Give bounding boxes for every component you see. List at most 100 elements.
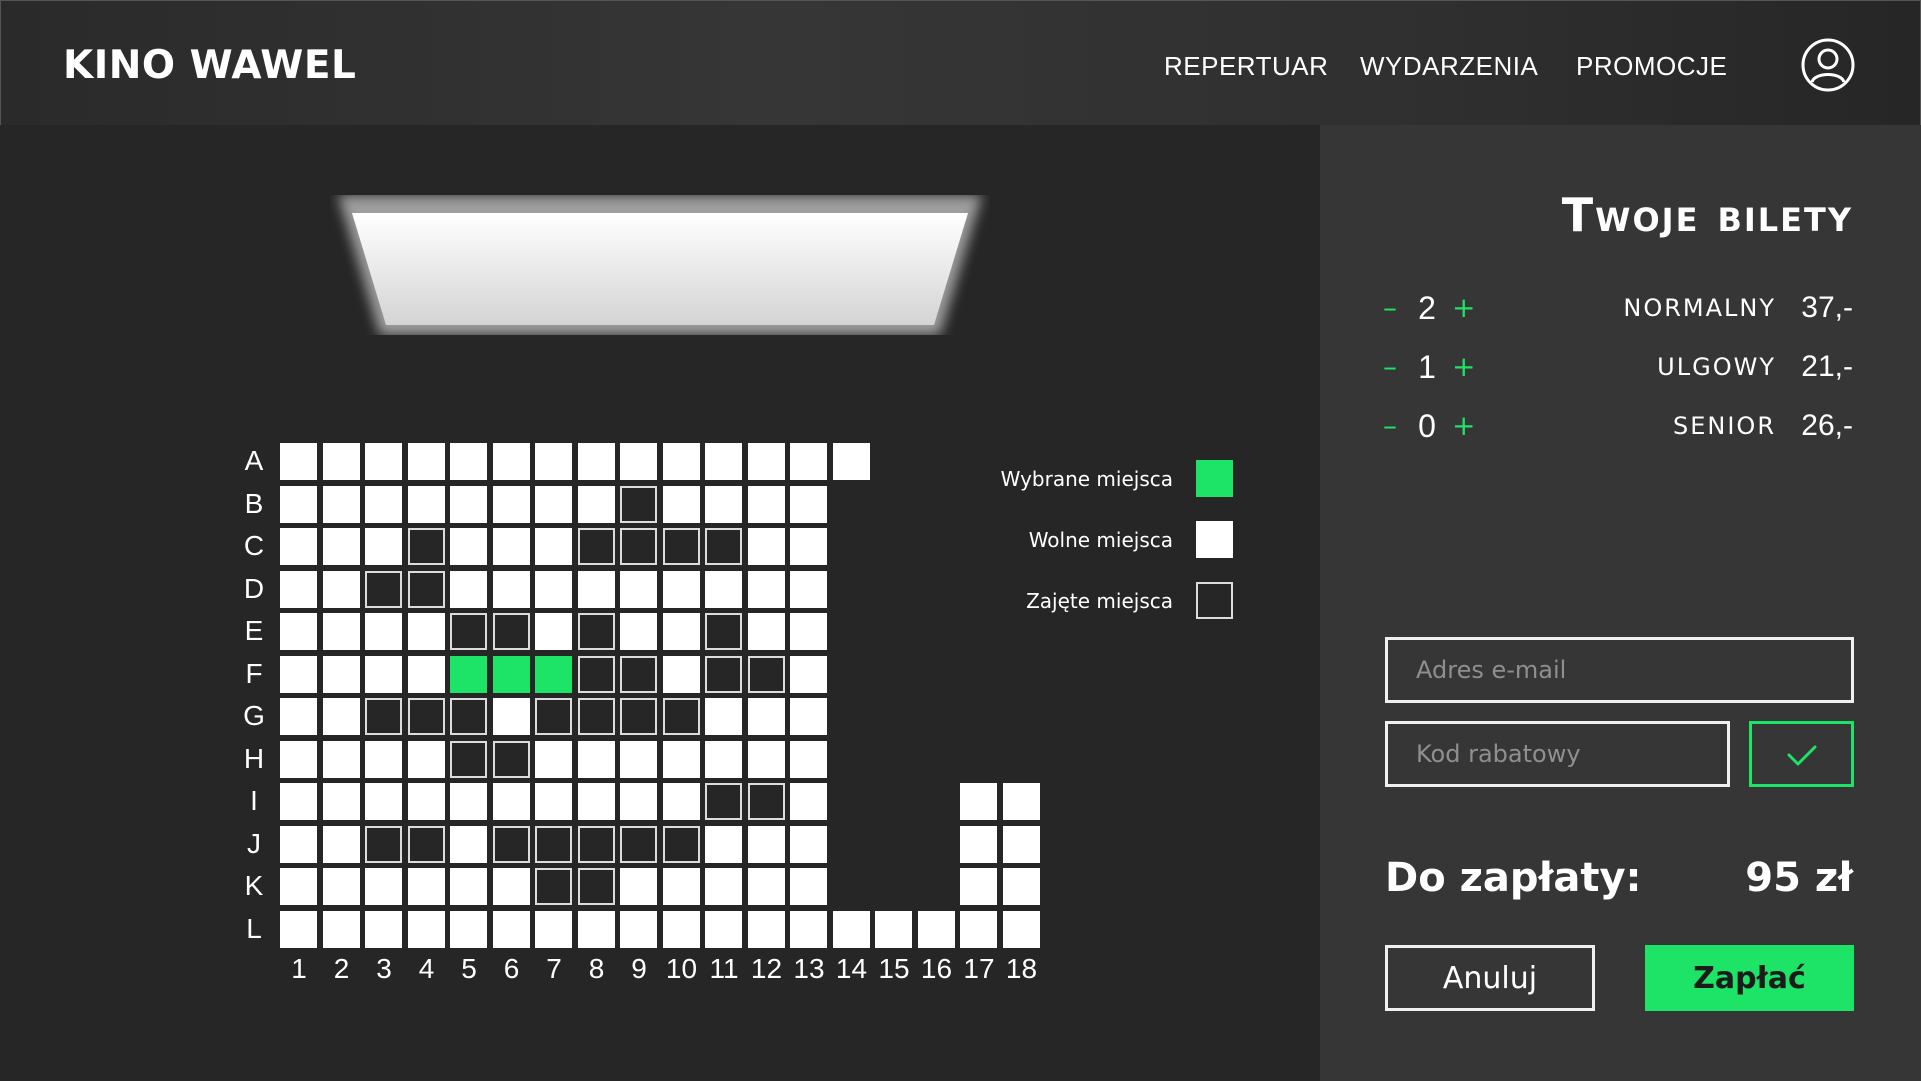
seat-K12-free[interactable] bbox=[747, 868, 785, 905]
seat-J6-taken[interactable] bbox=[492, 825, 530, 863]
seat-C9-taken[interactable] bbox=[620, 528, 657, 565]
seat-D6-free[interactable] bbox=[492, 570, 530, 608]
seat-G10-taken[interactable] bbox=[662, 698, 700, 735]
seat-I17-free[interactable] bbox=[960, 783, 997, 820]
seat-H7-free[interactable] bbox=[535, 740, 572, 778]
seat-A1-free[interactable] bbox=[280, 443, 317, 480]
seat-G11-free[interactable] bbox=[705, 698, 742, 735]
seat-C7-free[interactable] bbox=[535, 528, 572, 565]
seat-G1-free[interactable] bbox=[280, 698, 317, 735]
seat-G6-free[interactable] bbox=[492, 698, 530, 735]
nav-repertuar[interactable]: REPERTUAR bbox=[1164, 51, 1328, 82]
seat-C2-free[interactable] bbox=[322, 528, 360, 565]
seat-D11-free[interactable] bbox=[705, 570, 742, 608]
seat-K10-free[interactable] bbox=[662, 868, 700, 905]
seat-B1-free[interactable] bbox=[280, 485, 317, 523]
seat-A10-free[interactable] bbox=[662, 443, 700, 480]
discount-code-input[interactable] bbox=[1385, 721, 1730, 787]
seat-E1-free[interactable] bbox=[280, 613, 317, 650]
seat-K4-free[interactable] bbox=[407, 868, 445, 905]
seat-J17-free[interactable] bbox=[960, 825, 997, 863]
seat-A6-free[interactable] bbox=[492, 443, 530, 480]
seat-C4-taken[interactable] bbox=[407, 528, 445, 565]
nav-wydarzenia[interactable]: WYDARZENIA bbox=[1360, 51, 1538, 82]
seat-E6-taken[interactable] bbox=[492, 613, 530, 650]
seat-D3-taken[interactable] bbox=[365, 570, 402, 608]
seat-F9-taken[interactable] bbox=[620, 655, 657, 693]
seat-F3-free[interactable] bbox=[365, 655, 402, 693]
seat-I7-free[interactable] bbox=[535, 783, 572, 820]
seat-J4-taken[interactable] bbox=[407, 825, 445, 863]
decrease-button[interactable]: – bbox=[1383, 353, 1397, 381]
seat-L2-free[interactable] bbox=[322, 910, 360, 948]
email-input[interactable] bbox=[1385, 637, 1854, 703]
seat-G8-taken[interactable] bbox=[577, 698, 615, 735]
seat-K5-free[interactable] bbox=[450, 868, 487, 905]
seat-C6-free[interactable] bbox=[492, 528, 530, 565]
seat-A7-free[interactable] bbox=[535, 443, 572, 480]
seat-L8-free[interactable] bbox=[577, 910, 615, 948]
seat-K18-free[interactable] bbox=[1002, 868, 1040, 905]
seat-L15-free[interactable] bbox=[875, 910, 912, 948]
seat-L10-free[interactable] bbox=[662, 910, 700, 948]
seat-C8-taken[interactable] bbox=[577, 528, 615, 565]
seat-K17-free[interactable] bbox=[960, 868, 997, 905]
seat-J11-free[interactable] bbox=[705, 825, 742, 863]
seat-K9-free[interactable] bbox=[620, 868, 657, 905]
seat-J1-free[interactable] bbox=[280, 825, 317, 863]
seat-F12-taken[interactable] bbox=[747, 655, 785, 693]
seat-F10-free[interactable] bbox=[662, 655, 700, 693]
seat-G5-taken[interactable] bbox=[450, 698, 487, 735]
seat-B5-free[interactable] bbox=[450, 485, 487, 523]
seat-E9-free[interactable] bbox=[620, 613, 657, 650]
seat-E10-free[interactable] bbox=[662, 613, 700, 650]
seat-E4-free[interactable] bbox=[407, 613, 445, 650]
seat-C13-free[interactable] bbox=[790, 528, 827, 565]
seat-E2-free[interactable] bbox=[322, 613, 360, 650]
seat-L6-free[interactable] bbox=[492, 910, 530, 948]
seat-C1-free[interactable] bbox=[280, 528, 317, 565]
seat-L3-free[interactable] bbox=[365, 910, 402, 948]
seat-J12-free[interactable] bbox=[747, 825, 785, 863]
seat-C11-taken[interactable] bbox=[705, 528, 742, 565]
seat-D13-free[interactable] bbox=[790, 570, 827, 608]
seat-L13-free[interactable] bbox=[790, 910, 827, 948]
seat-J2-free[interactable] bbox=[322, 825, 360, 863]
seat-C10-taken[interactable] bbox=[662, 528, 700, 565]
seat-J7-taken[interactable] bbox=[535, 825, 572, 863]
user-circle-icon[interactable] bbox=[1800, 37, 1856, 93]
seat-J10-taken[interactable] bbox=[662, 825, 700, 863]
seat-I10-free[interactable] bbox=[662, 783, 700, 820]
seat-B11-free[interactable] bbox=[705, 485, 742, 523]
seat-F4-free[interactable] bbox=[407, 655, 445, 693]
seat-E12-free[interactable] bbox=[747, 613, 785, 650]
seat-I11-taken[interactable] bbox=[705, 783, 742, 820]
seat-I2-free[interactable] bbox=[322, 783, 360, 820]
seat-A14-free[interactable] bbox=[832, 443, 870, 480]
seat-B7-free[interactable] bbox=[535, 485, 572, 523]
seat-H3-free[interactable] bbox=[365, 740, 402, 778]
seat-F1-free[interactable] bbox=[280, 655, 317, 693]
seat-K11-free[interactable] bbox=[705, 868, 742, 905]
seat-H12-free[interactable] bbox=[747, 740, 785, 778]
seat-I13-free[interactable] bbox=[790, 783, 827, 820]
seat-L17-free[interactable] bbox=[960, 910, 997, 948]
seat-J9-taken[interactable] bbox=[620, 825, 657, 863]
increase-button[interactable]: + bbox=[1452, 294, 1475, 322]
seat-K7-taken[interactable] bbox=[535, 868, 572, 905]
seat-H8-free[interactable] bbox=[577, 740, 615, 778]
seat-I9-free[interactable] bbox=[620, 783, 657, 820]
seat-I18-free[interactable] bbox=[1002, 783, 1040, 820]
seat-K8-taken[interactable] bbox=[577, 868, 615, 905]
seat-I3-free[interactable] bbox=[365, 783, 402, 820]
seat-L16-free[interactable] bbox=[917, 910, 955, 948]
seat-L14-free[interactable] bbox=[832, 910, 870, 948]
seat-G4-taken[interactable] bbox=[407, 698, 445, 735]
seat-C12-free[interactable] bbox=[747, 528, 785, 565]
seat-B9-taken[interactable] bbox=[620, 485, 657, 523]
seat-I6-free[interactable] bbox=[492, 783, 530, 820]
seat-H1-free[interactable] bbox=[280, 740, 317, 778]
seat-J3-taken[interactable] bbox=[365, 825, 402, 863]
seat-H11-free[interactable] bbox=[705, 740, 742, 778]
nav-promocje[interactable]: PROMOCJE bbox=[1576, 51, 1727, 82]
